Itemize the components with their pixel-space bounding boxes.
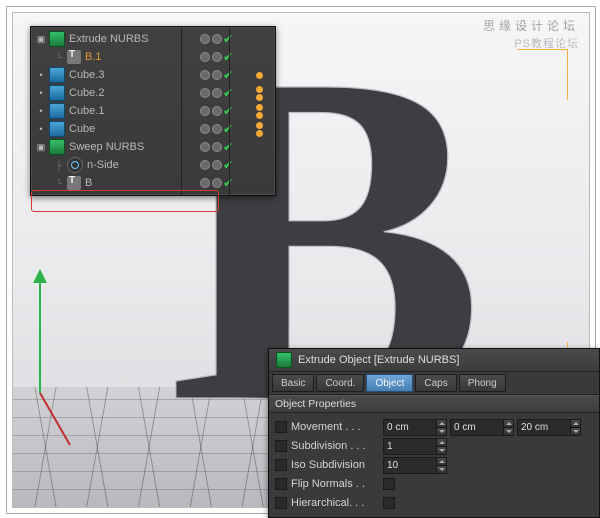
flip-normals-checkbox[interactable] (383, 478, 395, 490)
spinner-down-icon[interactable] (436, 427, 446, 435)
cube-icon (49, 85, 65, 101)
object-manager-panel[interactable]: ▣ Extrude NURBS ✔ └ B.1 ✔ • Cube.3 ✔ • C… (30, 26, 276, 196)
prop-label: Movement . . . (291, 421, 361, 433)
text-spline-icon (67, 50, 81, 64)
tag-dot-icon[interactable] (256, 112, 263, 119)
om-item-nside[interactable]: ├ n-Side ✔ (34, 156, 274, 174)
subdivision-input[interactable] (384, 440, 436, 453)
tag-dot-icon[interactable] (256, 130, 263, 137)
spinner-down-icon[interactable] (436, 465, 446, 473)
anim-dot[interactable] (275, 497, 287, 509)
spinner-up-icon[interactable] (570, 420, 580, 427)
prop-subdivision: Subdivision . . . (275, 437, 593, 455)
enable-check-icon[interactable]: ✔ (222, 86, 234, 100)
spinner-down-icon[interactable] (570, 427, 580, 435)
tab-basic[interactable]: Basic (272, 374, 314, 392)
movement-z-input[interactable] (518, 421, 570, 434)
movement-x-field[interactable] (383, 419, 447, 436)
spinner-up-icon[interactable] (503, 420, 513, 427)
om-item-b[interactable]: └ B ✔ (34, 174, 274, 192)
tree-line: └ (54, 52, 64, 62)
attribute-manager-panel[interactable]: Extrude Object [Extrude NURBS] Basic Coo… (268, 348, 600, 518)
vis-dot[interactable] (212, 52, 222, 62)
tag-dot-icon[interactable] (256, 104, 263, 111)
spinner-down-icon[interactable] (436, 446, 446, 454)
movement-x-input[interactable] (384, 421, 436, 434)
anim-dot[interactable] (275, 459, 287, 471)
cube-icon (49, 67, 65, 83)
om-label: B.1 (85, 51, 200, 63)
enable-check-icon[interactable]: ✔ (222, 140, 234, 154)
tab-phong[interactable]: Phong (459, 374, 506, 392)
vis-dot[interactable] (200, 52, 210, 62)
tab-caps[interactable]: Caps (415, 374, 456, 392)
attribute-title: Extrude Object [Extrude NURBS] (298, 354, 459, 366)
enable-check-icon[interactable]: ✔ (222, 104, 234, 118)
tag-dot-icon[interactable] (256, 122, 263, 129)
attribute-tabs: Basic Coord. Object Caps Phong (269, 372, 599, 395)
om-item-sweep-nurbs[interactable]: ▣ Sweep NURBS ✔ (34, 138, 274, 156)
prop-iso-subdivision: Iso Subdivision (275, 456, 593, 474)
extrude-icon (276, 352, 292, 368)
iso-subdivision-input[interactable] (384, 459, 436, 472)
prop-label: Subdivision . . . (291, 440, 366, 452)
om-item-cube1[interactable]: • Cube.1 ✔ (34, 102, 274, 120)
movement-y-field[interactable] (450, 419, 514, 436)
tag-dot-icon[interactable] (256, 86, 263, 93)
cube-icon (49, 103, 65, 119)
prop-hierarchical: Hierarchical. . . (275, 494, 593, 512)
tag-dot-icon[interactable] (256, 72, 263, 79)
om-item-cube[interactable]: • Cube ✔ (34, 120, 274, 138)
spinner-up-icon[interactable] (436, 458, 446, 465)
enable-check-icon[interactable]: ✔ (222, 176, 234, 190)
om-item-cube2[interactable]: • Cube.2 ✔ (34, 84, 274, 102)
anim-dot[interactable] (275, 440, 287, 452)
subdivision-field[interactable] (383, 438, 447, 455)
spinner-up-icon[interactable] (436, 420, 446, 427)
om-item-cube3[interactable]: • Cube.3 ✔ (34, 66, 274, 84)
prop-label: Iso Subdivision (291, 459, 365, 471)
enable-check-icon[interactable]: ✔ (222, 50, 234, 64)
nside-icon (67, 157, 83, 173)
prop-label: Flip Normals . . (291, 478, 365, 490)
enable-check-icon[interactable]: ✔ (222, 158, 234, 172)
expander-icon[interactable]: ▣ (36, 34, 46, 44)
expander-icon[interactable]: ▣ (36, 142, 46, 152)
om-item-extrude-nurbs[interactable]: ▣ Extrude NURBS ✔ (34, 30, 274, 48)
spinner-down-icon[interactable] (503, 427, 513, 435)
vis-dot[interactable] (212, 34, 222, 44)
enable-check-icon[interactable]: ✔ (222, 68, 234, 82)
tab-object[interactable]: Object (366, 374, 413, 392)
hierarchical-checkbox[interactable] (383, 497, 395, 509)
cube-icon (49, 121, 65, 137)
attribute-header: Extrude Object [Extrude NURBS] (269, 349, 599, 372)
spinner-up-icon[interactable] (436, 439, 446, 446)
om-item-b1[interactable]: └ B.1 ✔ (34, 48, 274, 66)
iso-subdivision-field[interactable] (383, 457, 447, 474)
enable-check-icon[interactable]: ✔ (222, 32, 234, 46)
om-label: B (85, 177, 200, 189)
vis-dot[interactable] (200, 34, 210, 44)
movement-y-input[interactable] (451, 421, 503, 434)
sweep-icon (49, 139, 65, 155)
enable-check-icon[interactable]: ✔ (222, 122, 234, 136)
prop-flip-normals: Flip Normals . . (275, 475, 593, 493)
om-label: n-Side (87, 159, 200, 171)
tag-dot-icon[interactable] (256, 94, 263, 101)
section-header: Object Properties (269, 395, 599, 413)
tab-coord[interactable]: Coord. (316, 374, 364, 392)
prop-label: Hierarchical. . . (291, 497, 364, 509)
anim-dot[interactable] (275, 478, 287, 490)
text-spline-icon (67, 176, 81, 190)
movement-z-field[interactable] (517, 419, 581, 436)
extrude-icon (49, 31, 65, 47)
prop-movement: Movement . . . (275, 418, 593, 436)
anim-dot[interactable] (275, 421, 287, 433)
